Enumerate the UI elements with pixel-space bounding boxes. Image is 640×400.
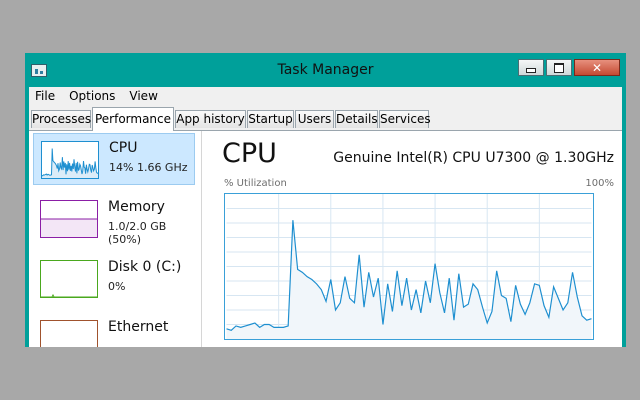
tab-performance[interactable]: Performance [92, 107, 174, 131]
resource-item-memory[interactable]: Memory 1.0/2.0 GB (50%) [33, 193, 195, 246]
resource-name: Memory [108, 199, 165, 215]
resource-value: 0% [108, 280, 126, 293]
ethernet-thumbnail-graph [40, 320, 98, 347]
resource-item-ethernet[interactable]: Ethernet [33, 313, 195, 347]
cpu-thumbnail-graph [41, 141, 99, 179]
resource-item-disk[interactable]: Disk 0 (C:) 0% [33, 253, 195, 305]
tab-startup[interactable]: Startup [247, 110, 294, 128]
resource-name: Disk 0 (C:) [108, 259, 182, 275]
menu-bar: File Options View [29, 87, 622, 105]
minimize-icon [526, 68, 536, 73]
tab-app-history[interactable]: App history [175, 110, 246, 128]
task-manager-window: Task Manager ✕ File Options View Process… [25, 53, 626, 347]
resource-item-cpu[interactable]: CPU 14% 1.66 GHz [33, 133, 195, 185]
disk-thumbnail-graph [40, 260, 98, 298]
cpu-utilization-graph [224, 193, 594, 340]
detail-title: CPU [222, 138, 277, 169]
tab-processes[interactable]: Processes [31, 110, 91, 128]
utilization-axis-label: % Utilization [224, 178, 287, 189]
menu-file[interactable]: File [29, 89, 62, 103]
tab-strip: Processes Performance App history Startu… [29, 107, 622, 131]
tab-details[interactable]: Details [335, 110, 378, 128]
close-icon: ✕ [591, 60, 603, 75]
tab-users[interactable]: Users [295, 110, 334, 128]
title-bar[interactable]: Task Manager ✕ [25, 53, 626, 87]
minimize-button[interactable] [518, 59, 544, 76]
resource-value: 14% 1.66 GHz [109, 161, 188, 174]
processor-name: Genuine Intel(R) CPU U7300 @ 1.30GHz [333, 150, 614, 166]
window-content: File Options View Processes Performance … [29, 87, 622, 347]
tab-services[interactable]: Services [379, 110, 431, 128]
cpu-detail-pane: CPU Genuine Intel(R) CPU U7300 @ 1.30GHz… [219, 131, 622, 347]
resource-value: 1.0/2.0 GB (50%) [108, 220, 167, 246]
menu-view[interactable]: View [122, 89, 164, 103]
performance-panel: CPU 14% 1.66 GHz Memory 1.0/2.0 GB (50%) [29, 131, 622, 347]
utilization-axis-max: 100% [585, 178, 614, 189]
resource-sidebar: CPU 14% 1.66 GHz Memory 1.0/2.0 GB (50%) [29, 131, 202, 347]
close-button[interactable]: ✕ [574, 59, 620, 76]
memory-thumbnail-graph [40, 200, 98, 238]
maximize-icon [554, 62, 564, 73]
resource-name: Ethernet [108, 319, 169, 335]
resource-name: CPU [109, 140, 138, 156]
maximize-button[interactable] [546, 59, 572, 76]
menu-options[interactable]: Options [62, 89, 122, 103]
